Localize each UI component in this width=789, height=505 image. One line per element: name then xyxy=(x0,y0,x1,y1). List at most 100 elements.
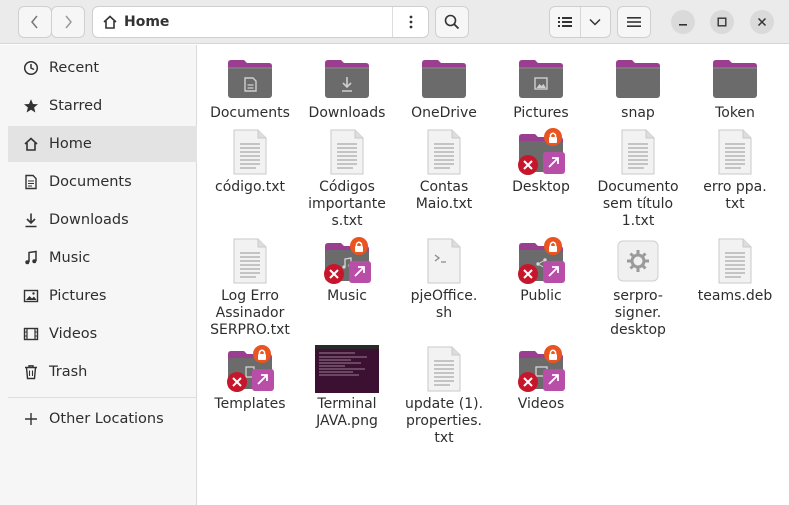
file-item[interactable]: erro ppa. txt xyxy=(685,128,785,213)
file-item[interactable]: snap xyxy=(588,54,688,122)
file-item[interactable]: Public xyxy=(491,237,591,305)
text-file-icon xyxy=(226,128,274,176)
search-button[interactable] xyxy=(435,6,469,38)
text-file-icon xyxy=(226,237,274,285)
sidebar-item-recent[interactable]: Recent xyxy=(8,50,197,86)
scrollbar[interactable] xyxy=(782,390,789,500)
file-item[interactable]: código.txt xyxy=(200,128,300,196)
file-label: código.txt xyxy=(215,179,285,195)
chevron-left-icon xyxy=(31,15,38,29)
folder-icon xyxy=(226,54,274,102)
sidebar-item-label: Recent xyxy=(49,60,100,76)
file-label: teams.deb xyxy=(697,288,773,304)
file-item[interactable]: Token xyxy=(685,54,785,122)
home-icon xyxy=(20,136,42,152)
file-item[interactable]: pjeOffice. sh xyxy=(394,237,494,322)
sidebar-item-pictures[interactable]: Pictures xyxy=(8,278,197,314)
file-item[interactable]: Contas Maio.txt xyxy=(394,128,494,213)
file-item[interactable]: Downloads xyxy=(297,54,397,122)
sidebar-item-label: Other Locations xyxy=(49,411,164,427)
folder-icon xyxy=(711,54,759,102)
file-label: Contas Maio.txt xyxy=(415,179,473,212)
view-toggle-group xyxy=(549,6,611,38)
file-item[interactable]: Log Erro Assinador SERPRO.txt xyxy=(200,237,300,339)
sidebar-item-other-locations[interactable]: Other Locations xyxy=(8,401,197,437)
file-label: Documents xyxy=(210,105,290,121)
sidebar-item-label: Videos xyxy=(49,326,98,342)
video-icon xyxy=(20,326,42,342)
kebab-menu-icon xyxy=(409,15,412,29)
file-label: Token xyxy=(715,105,755,121)
file-item[interactable]: Documents xyxy=(200,54,300,122)
sidebar-item-label: Documents xyxy=(49,174,132,190)
file-label: Public xyxy=(520,288,562,304)
file-label: Pictures xyxy=(513,105,569,121)
sidebar-item-music[interactable]: Music xyxy=(8,240,197,276)
minimize-icon xyxy=(679,24,687,26)
path-bar[interactable]: Home xyxy=(92,6,429,38)
sidebar-item-documents[interactable]: Documents xyxy=(8,164,197,200)
header-bar: Home xyxy=(0,0,789,44)
folder-icon xyxy=(323,54,371,102)
file-item[interactable]: serpro- signer. desktop xyxy=(588,237,688,339)
file-item[interactable]: teams.deb xyxy=(685,237,785,305)
clock-icon xyxy=(20,60,42,76)
sidebar-item-downloads[interactable]: Downloads xyxy=(8,202,197,238)
desktop-entry-icon xyxy=(614,237,662,285)
forward-button[interactable] xyxy=(51,6,85,38)
text-file-icon xyxy=(323,128,371,176)
sidebar-item-label: Music xyxy=(49,250,91,266)
back-button[interactable] xyxy=(18,6,52,38)
view-options-button[interactable] xyxy=(579,7,611,37)
sidebar-item-label: Starred xyxy=(49,98,103,114)
minimize-button[interactable] xyxy=(671,10,695,34)
sidebar-item-label: Home xyxy=(49,136,92,152)
sidebar-item-trash[interactable]: Trash xyxy=(8,354,197,390)
maximize-button[interactable] xyxy=(710,10,734,34)
locked-folder-icon xyxy=(517,237,565,285)
sidebar-item-label: Downloads xyxy=(49,212,129,228)
path-menu-button[interactable] xyxy=(392,7,428,37)
main-menu-button[interactable] xyxy=(617,6,651,38)
file-label: erro ppa. txt xyxy=(703,179,767,212)
folder-icon xyxy=(614,54,662,102)
file-item[interactable]: update (1). properties. txt xyxy=(394,345,494,447)
list-view-button[interactable] xyxy=(550,7,580,37)
close-icon xyxy=(757,17,767,27)
maximize-icon xyxy=(717,17,727,27)
sidebar-item-label: Pictures xyxy=(49,288,107,304)
file-label: Videos xyxy=(517,396,565,412)
sidebar-divider xyxy=(8,397,197,398)
locked-folder-icon xyxy=(323,237,371,285)
breadcrumb-home[interactable]: Home xyxy=(124,14,169,30)
text-file-icon xyxy=(420,128,468,176)
file-label: Log Erro Assinador SERPRO.txt xyxy=(210,288,290,338)
file-item[interactable]: Terminal JAVA.png xyxy=(297,345,397,430)
search-icon xyxy=(444,14,460,30)
download-icon xyxy=(20,212,42,228)
file-item[interactable]: Documento sem título 1.txt xyxy=(588,128,688,230)
file-grid[interactable]: Documents Downloads OneDrive Pictures snap To… xyxy=(198,45,789,505)
sidebar-item-home[interactable]: Home xyxy=(8,126,197,162)
file-label: Downloads xyxy=(308,105,386,121)
chevron-right-icon xyxy=(65,15,72,29)
file-label: Desktop xyxy=(512,179,570,195)
trash-icon xyxy=(20,364,42,380)
sidebar-item-starred[interactable]: Starred xyxy=(8,88,197,124)
sidebar-item-videos[interactable]: Videos xyxy=(8,316,197,352)
file-label: OneDrive xyxy=(411,105,477,121)
file-item[interactable]: OneDrive xyxy=(394,54,494,122)
picture-icon xyxy=(20,288,42,304)
document-icon xyxy=(20,174,42,190)
file-item[interactable]: Videos xyxy=(491,345,591,413)
file-item[interactable]: Templates xyxy=(200,345,300,413)
plus-icon xyxy=(20,412,42,426)
file-item[interactable]: Music xyxy=(297,237,397,305)
file-item[interactable]: Códigos importante s.txt xyxy=(297,128,397,230)
file-item[interactable]: Pictures xyxy=(491,54,591,122)
locked-folder-icon xyxy=(517,345,565,393)
close-button[interactable] xyxy=(750,10,774,34)
file-item[interactable]: Desktop xyxy=(491,128,591,196)
script-file-icon xyxy=(420,237,468,285)
file-label: update (1). properties. txt xyxy=(404,396,484,446)
